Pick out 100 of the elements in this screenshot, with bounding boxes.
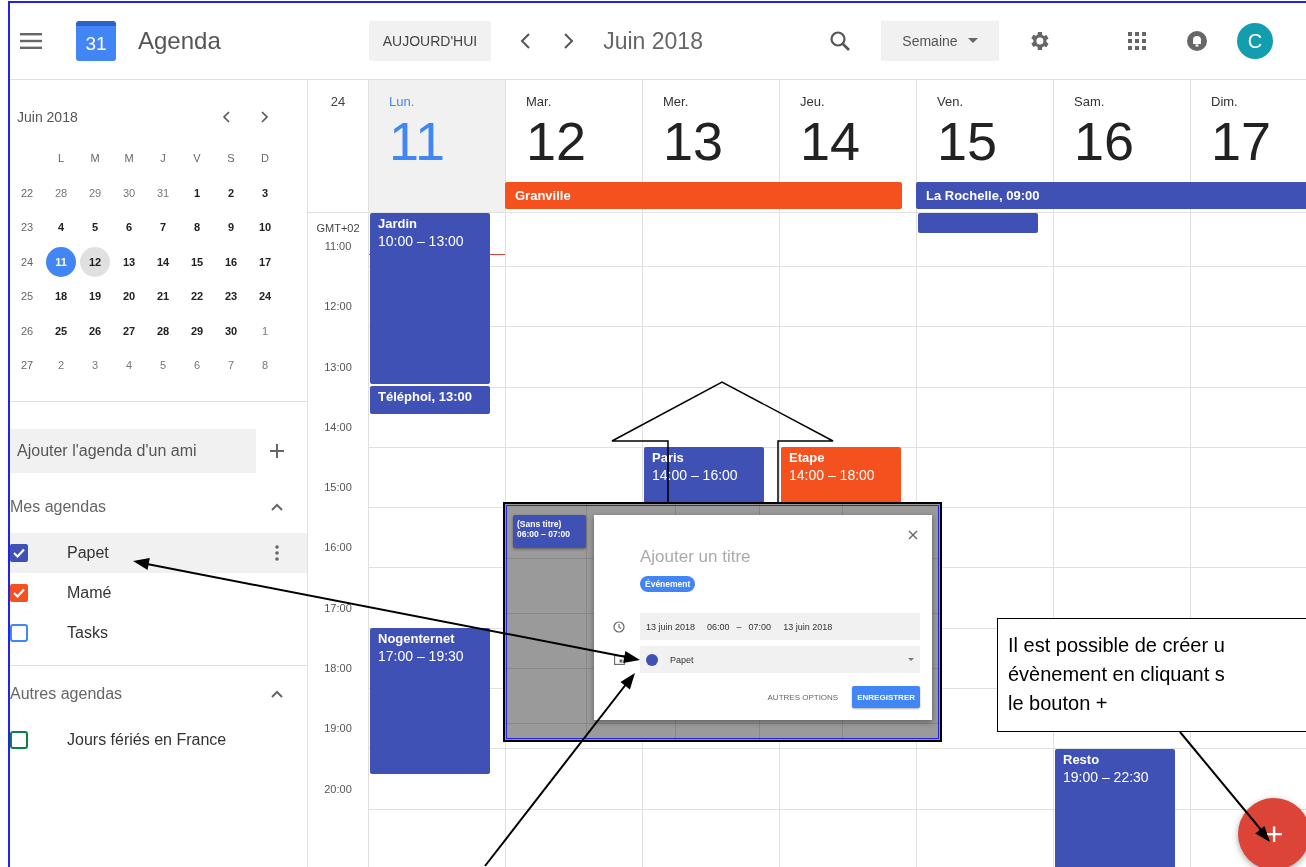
- calendar-day[interactable]: 11: [46, 246, 76, 277]
- calendar-day[interactable]: 28: [46, 177, 76, 208]
- next-icon[interactable]: [259, 110, 269, 124]
- calendar-day[interactable]: 8: [182, 212, 212, 243]
- calendar-icon: [613, 654, 625, 665]
- checked-checkbox[interactable]: [10, 583, 28, 602]
- event-block[interactable]: Téléphoi, 13:00: [370, 386, 490, 414]
- hour-label: 16:00: [324, 541, 352, 554]
- chevron-up-icon[interactable]: [270, 501, 284, 512]
- weekday-label: D: [261, 152, 269, 165]
- apps-icon[interactable]: [1126, 31, 1147, 51]
- next-icon[interactable]: [561, 31, 576, 51]
- calendar-day[interactable]: 21: [148, 281, 178, 312]
- notification-icon[interactable]: [1185, 30, 1208, 52]
- week-number: 24: [20, 255, 34, 268]
- calendar-day[interactable]: 22: [182, 281, 212, 312]
- hour-label: 11:00: [324, 240, 352, 252]
- calendar-day[interactable]: 2: [46, 350, 76, 381]
- calendar-day[interactable]: 7: [148, 212, 178, 243]
- day-name: Jeu.: [800, 94, 825, 109]
- calendar-logo: 31: [76, 21, 116, 61]
- calendar-day[interactable]: 12: [80, 246, 110, 277]
- calendar-day[interactable]: 18: [46, 281, 76, 312]
- calendar-day[interactable]: 5: [148, 350, 178, 381]
- all-day-event[interactable]: La Rochelle, 09:00: [916, 182, 1306, 209]
- calendar-day[interactable]: 2: [216, 177, 246, 208]
- checked-checkbox[interactable]: [10, 543, 28, 562]
- title-field[interactable]: Ajouter un titre: [640, 545, 900, 569]
- calendar-day[interactable]: 26: [80, 315, 110, 346]
- day-number[interactable]: 15: [937, 111, 998, 171]
- event-title: Nogenternet: [378, 631, 456, 647]
- calendar-day[interactable]: 5: [80, 212, 110, 243]
- callout-text: évènement en cliquant s: [1008, 662, 1225, 687]
- search-icon[interactable]: [828, 30, 851, 52]
- calendar-day[interactable]: 31: [148, 177, 178, 208]
- calendar-name: Jours fériés en France: [67, 730, 228, 749]
- hour-label: 15:00: [324, 481, 352, 494]
- event-block[interactable]: Resto 19:00 – 22:30: [1055, 749, 1175, 867]
- day-number[interactable]: 16: [1074, 111, 1135, 171]
- today-button[interactable]: AUJOURD'HUI: [368, 21, 492, 61]
- calendar-day[interactable]: 1: [250, 315, 280, 346]
- hour-label: 12:00: [324, 300, 352, 313]
- calendar-day[interactable]: 4: [114, 350, 144, 381]
- previous-icon[interactable]: [222, 110, 232, 124]
- chevron-up-icon[interactable]: [270, 688, 284, 699]
- more-icon[interactable]: [275, 544, 279, 561]
- calendar-name: Mamé: [67, 583, 113, 602]
- calendar-day[interactable]: 4: [46, 212, 76, 243]
- calendar-day[interactable]: 28: [148, 315, 178, 346]
- menu-icon[interactable]: [20, 33, 42, 49]
- calendar-day[interactable]: 15: [182, 246, 212, 277]
- calendar-day[interactable]: 20: [114, 281, 144, 312]
- date-time-field[interactable]: 13 juin 2018 06:00 – 07:00 13 juin 2018: [640, 613, 920, 640]
- calendar-day[interactable]: 16: [216, 246, 246, 277]
- calendar-day[interactable]: 7: [216, 350, 246, 381]
- week-number: 26: [20, 324, 34, 337]
- event-block[interactable]: (Sans titre) 06:00 – 07:00: [513, 515, 586, 548]
- day-name: Lun.: [389, 94, 415, 109]
- calendar-day[interactable]: 6: [182, 350, 212, 381]
- calendar-day[interactable]: 8: [250, 350, 280, 381]
- more-options-button[interactable]: AUTRES OPTIONS: [763, 692, 843, 702]
- day-number[interactable]: 14: [800, 111, 861, 171]
- day-number[interactable]: 17: [1211, 111, 1272, 171]
- day-number[interactable]: 12: [526, 111, 587, 171]
- checkbox[interactable]: [10, 623, 28, 642]
- app-title: Agenda: [138, 27, 221, 55]
- view-dropdown[interactable]: Semaine: [880, 21, 999, 61]
- calendar-day[interactable]: 30: [216, 315, 246, 346]
- event-block[interactable]: Jardin 10:00 – 13:00: [370, 213, 490, 384]
- calendar-day[interactable]: 1: [182, 177, 212, 208]
- calendar-day[interactable]: 23: [216, 281, 246, 312]
- calendar-row[interactable]: Papet: [10, 532, 307, 573]
- event-block[interactable]: Nogenternet 17:00 – 19:30: [370, 628, 490, 774]
- calendar-day[interactable]: 29: [80, 177, 110, 208]
- calendar-dropdown[interactable]: Papet: [640, 646, 920, 673]
- calendar-day[interactable]: 30: [114, 177, 144, 208]
- calendar-day[interactable]: 3: [80, 350, 110, 381]
- calendar-day[interactable]: 29: [182, 315, 212, 346]
- add-calendar-field[interactable]: Ajouter l'agenda d'un ami: [10, 428, 256, 473]
- caret-icon: [908, 657, 914, 662]
- calendar-day[interactable]: 3: [250, 177, 280, 208]
- checkbox[interactable]: [10, 730, 28, 749]
- add-button[interactable]: +: [1238, 798, 1306, 867]
- plus-icon[interactable]: [269, 442, 285, 459]
- calendar-day[interactable]: 13: [114, 246, 144, 277]
- save-button[interactable]: ENREGISTRER: [852, 686, 920, 708]
- calendar-day[interactable]: 6: [114, 212, 144, 243]
- event-type-chip[interactable]: Événement: [640, 576, 696, 592]
- calendar-day[interactable]: 10: [250, 212, 280, 243]
- close-icon[interactable]: [908, 530, 918, 540]
- calendar-day[interactable]: 24: [250, 281, 280, 312]
- day-number[interactable]: 13: [663, 111, 724, 171]
- calendar-day[interactable]: 27: [114, 315, 144, 346]
- month-title: Juin 2018: [17, 109, 79, 125]
- calendar-day[interactable]: 9: [216, 212, 246, 243]
- calendar-day[interactable]: 14: [148, 246, 178, 277]
- calendar-day[interactable]: 25: [46, 315, 76, 346]
- calendar-day[interactable]: 19: [80, 281, 110, 312]
- calendar-day[interactable]: 17: [250, 246, 280, 277]
- event-title: Jardin: [378, 216, 418, 232]
